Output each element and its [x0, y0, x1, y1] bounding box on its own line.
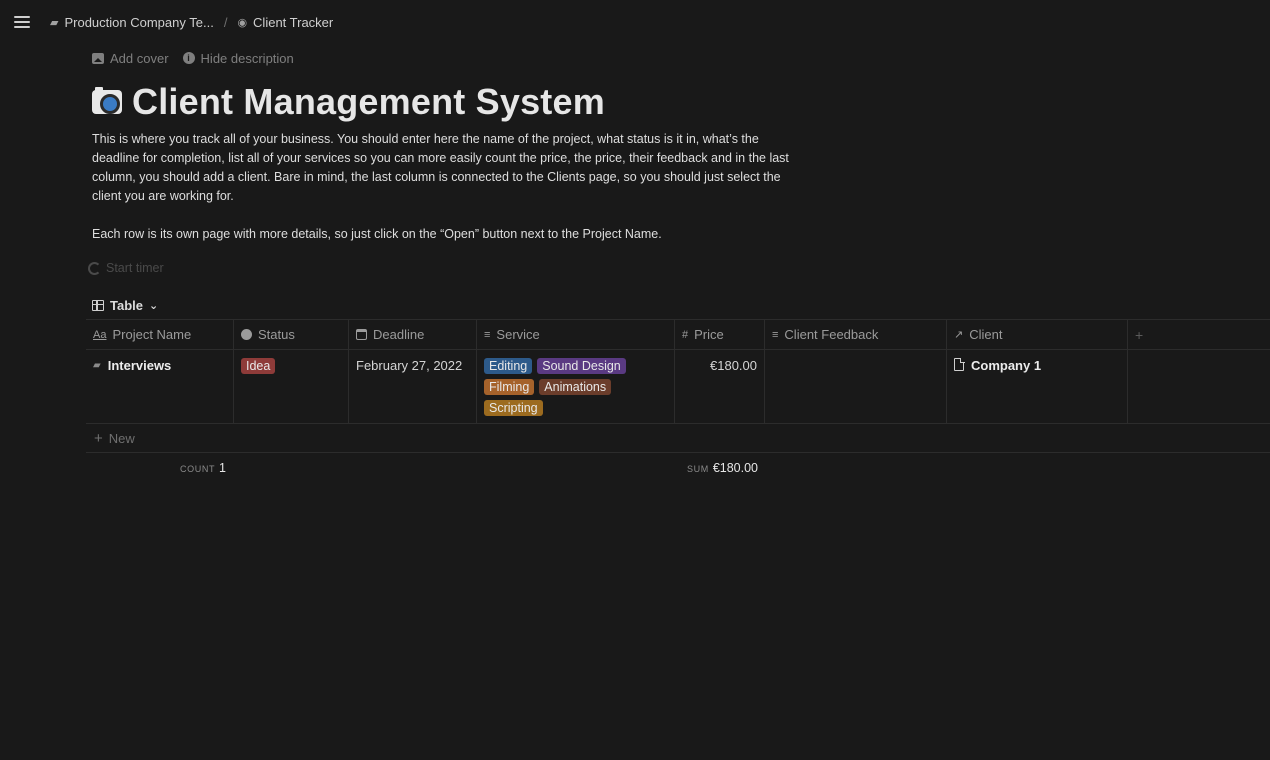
cell-status[interactable]: Idea: [234, 350, 349, 423]
plus-icon: +: [1135, 326, 1144, 343]
service-tag: Filming: [484, 379, 535, 395]
sum-label: SUM: [687, 464, 709, 474]
column-header-price[interactable]: # Price: [675, 320, 765, 349]
status-badge: Idea: [241, 358, 276, 374]
column-header-label: Deadline: [373, 327, 425, 342]
text-type-icon: Aa: [93, 328, 107, 341]
breadcrumb-workspace[interactable]: ▰ Production Company Te...: [46, 13, 218, 32]
document-icon: [954, 357, 965, 371]
breadcrumb-workspace-label: Production Company Te...: [64, 14, 214, 30]
cell-price[interactable]: €180.00: [675, 350, 765, 423]
sum-calculation[interactable]: SUM €180.00: [675, 461, 765, 475]
description-paragraph: This is where you track all of your busi…: [92, 132, 789, 203]
service-tag: Scripting: [484, 400, 543, 416]
cell-service[interactable]: Editing Sound Design Filming Animations …: [477, 350, 675, 423]
project-name: Interviews: [107, 358, 172, 373]
price-value: €180.00: [710, 358, 757, 373]
column-header-label: Service: [496, 327, 540, 342]
chevron-down-icon: ⌄: [149, 299, 159, 312]
multi-select-icon: ≡: [484, 328, 491, 341]
count-label: COUNT: [180, 464, 216, 474]
start-timer-button[interactable]: Start timer: [88, 260, 1270, 276]
table-icon: [92, 299, 104, 311]
plus-icon: +: [94, 429, 103, 447]
new-row: + New: [86, 424, 1270, 453]
column-header-project-name[interactable]: Aa Project Name: [86, 320, 234, 349]
camera-icon[interactable]: [92, 87, 122, 114]
timer-icon: [88, 261, 101, 275]
breadcrumb-separator: /: [223, 14, 228, 30]
column-header-status[interactable]: Status: [234, 320, 349, 349]
table-footer-calculations: COUNT 1 SUM €180.00: [86, 453, 1270, 483]
count-value: 1: [219, 461, 226, 475]
add-cover-label: Add cover: [110, 50, 169, 66]
cell-client[interactable]: Company 1: [947, 350, 1128, 423]
info-icon: i: [182, 52, 195, 64]
deadline-value: February 27, 2022: [356, 358, 463, 373]
image-icon: [92, 52, 104, 64]
hide-description-button[interactable]: i Hide description: [182, 50, 294, 66]
column-header-service[interactable]: ≡ Service: [477, 320, 675, 349]
service-tags: Editing Sound Design Filming Animations …: [484, 358, 644, 416]
column-header-label: Price: [694, 327, 724, 342]
text-lines-icon: ≡: [772, 328, 779, 341]
service-tag: Editing: [484, 358, 533, 374]
number-type-icon: #: [682, 328, 689, 341]
column-header-deadline[interactable]: Deadline: [349, 320, 477, 349]
topbar: ▰ Production Company Te... / ◉ Client Tr…: [0, 0, 1270, 44]
column-header-label: Project Name: [112, 327, 192, 342]
table-row[interactable]: ▰ Interviews Idea February 27, 2022 Edit…: [86, 350, 1270, 424]
breadcrumb-client-tracker-label: Client Tracker: [253, 14, 334, 30]
new-row-button[interactable]: + New: [86, 424, 135, 452]
status-icon: [241, 329, 252, 340]
column-header-client[interactable]: ↗ Client: [947, 320, 1128, 349]
cell-empty: [1128, 350, 1270, 423]
count-calculation[interactable]: COUNT 1: [86, 461, 234, 475]
hide-description-label: Hide description: [200, 50, 294, 66]
new-row-label: New: [108, 430, 135, 446]
camera-icon: ◉: [237, 16, 248, 29]
page-actions: Add cover i Hide description: [92, 44, 1270, 72]
calendar-icon: [356, 329, 367, 340]
column-header-client-feedback[interactable]: ≡ Client Feedback: [765, 320, 947, 349]
description-paragraph: Each row is its own page with more detai…: [92, 227, 662, 241]
column-header-label: Client Feedback: [784, 327, 879, 342]
add-column-button[interactable]: +: [1128, 320, 1270, 349]
client-value: Company 1: [971, 358, 1042, 373]
add-cover-button[interactable]: Add cover: [92, 51, 169, 66]
column-header-label: Client: [969, 327, 1003, 342]
column-header-label: Status: [258, 327, 295, 342]
sum-value: €180.00: [712, 461, 758, 475]
start-timer-label: Start timer: [106, 261, 164, 275]
page-description[interactable]: This is where you track all of your busi…: [92, 130, 802, 244]
table-header-row: Aa Project Name Status Deadline ≡ Servic…: [86, 319, 1270, 350]
page-title[interactable]: Client Management System: [132, 81, 605, 123]
sidebar-toggle-icon[interactable]: [14, 16, 30, 28]
view-tab-table[interactable]: Table ⌄: [92, 296, 1270, 314]
cell-client-feedback[interactable]: [765, 350, 947, 423]
database-table: Aa Project Name Status Deadline ≡ Servic…: [86, 319, 1270, 483]
workspace-icon: ▰: [50, 16, 59, 29]
page-icon: ▰: [93, 360, 101, 371]
service-tag: Sound Design: [537, 358, 626, 374]
cell-deadline[interactable]: February 27, 2022: [349, 350, 477, 423]
view-tab-label: Table: [110, 297, 143, 313]
title-row: Client Management System: [92, 76, 1270, 128]
relation-arrow-icon: ↗: [954, 329, 964, 341]
breadcrumb-client-tracker[interactable]: ◉ Client Tracker: [233, 13, 337, 32]
page-content: Add cover i Hide description Client Mana…: [88, 44, 1270, 314]
cell-project-name[interactable]: ▰ Interviews: [86, 350, 234, 423]
service-tag: Animations: [539, 379, 612, 395]
